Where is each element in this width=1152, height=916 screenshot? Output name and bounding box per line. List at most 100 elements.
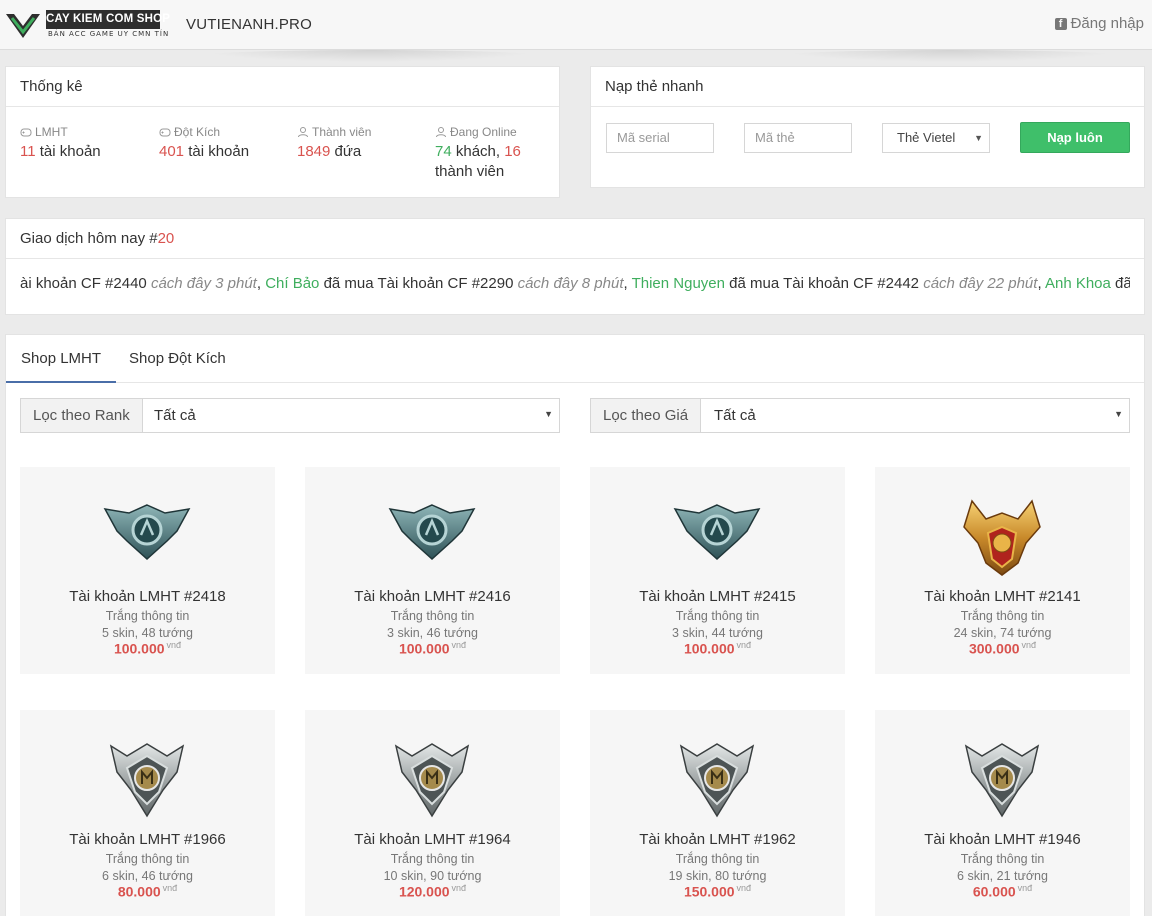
transaction-time: cách đây 8 phút: [517, 275, 624, 292]
price-value: 100.000: [113, 640, 165, 657]
product-card[interactable]: Tài khoản LMHT #2418 Trắng thông tin 5 ski…: [20, 467, 275, 674]
product-title: Tài khoản LMHT #1964: [354, 831, 511, 848]
price-value: 80.000: [117, 883, 161, 900]
product-price: 150.000 vnđ: [590, 883, 845, 900]
carrier-select[interactable]: Thẻ Vietel ▼: [882, 123, 990, 153]
transactions-ticker: ài khoản CF #2440 cách đây 3 phút, Chí B…: [20, 275, 1130, 292]
stat-dotkich: Đột Kích 401 tài khoản: [159, 125, 279, 162]
price-value: 150.000: [683, 883, 735, 900]
tab-shop-dotkich[interactable]: Shop Đột Kích: [114, 335, 241, 383]
price-filter[interactable]: Lọc theo Giá Tất cả ▼: [590, 398, 1130, 433]
caret-down-icon: ▼: [974, 133, 983, 143]
product-card[interactable]: Tài khoản LMHT #1966 Trắng thông tin 6 ski…: [20, 710, 275, 916]
transactions-title-text: Giao dịch hôm nay #: [20, 230, 158, 247]
tab-shop-lmht[interactable]: Shop LMHT: [6, 335, 117, 383]
stat-label: Đột Kích: [174, 125, 221, 139]
topup-panel: Nạp thẻ nhanh Mã serial Mã thẻ Thẻ Viete…: [590, 66, 1145, 188]
product-price: 100.000 vnđ: [590, 640, 845, 657]
logo-mark-icon: [6, 14, 40, 38]
transaction-text: đã mua Tài khoản CF #2442: [729, 275, 920, 292]
product-title: Tài khoản LMHT #2416: [354, 588, 511, 605]
stat-label: Thành viên: [312, 125, 372, 139]
transactions-panel: Giao dịch hôm nay #20 ài khoản CF #2440 …: [5, 218, 1145, 315]
stat-online: Đang Online 74 khách, 16 thành viên: [435, 125, 555, 182]
login-link[interactable]: f Đăng nhập: [1054, 15, 1144, 32]
transaction-time: cách đây 22 phút: [923, 275, 1038, 292]
price-value: 100.000: [683, 640, 735, 657]
price-currency: vnđ: [1017, 883, 1033, 893]
product-detail: 5 skin, 48 tướng: [102, 626, 193, 640]
stat-label: Đang Online: [450, 125, 517, 139]
product-price: 120.000 vnđ: [305, 883, 560, 900]
product-info-line: Trắng thông tin: [105, 609, 190, 623]
product-title: Tài khoản LMHT #1966: [69, 831, 226, 848]
product-card[interactable]: Tài khoản LMHT #2141 Trắng thông tin 24 sk…: [875, 467, 1130, 674]
transaction-buyer: Thien Nguyen: [631, 275, 725, 292]
facebook-icon: f: [1054, 17, 1067, 30]
product-title: Tài khoản LMHT #2141: [924, 588, 1081, 605]
stat-members: Thành viên 1849 đứa: [297, 125, 417, 162]
topup-title: Nạp thẻ nhanh: [591, 67, 1144, 107]
product-info: Trắng thông tin 19 skin, 80 tướng: [590, 851, 845, 885]
silver-rank-emblem-icon: [964, 743, 1040, 818]
gamepad-icon: [20, 128, 32, 137]
price-currency: vnđ: [451, 883, 467, 893]
product-detail: 24 skin, 74 tướng: [953, 626, 1052, 640]
platinum-rank-emblem-icon: [673, 504, 761, 561]
price-filter-label: Lọc theo Giá: [591, 399, 702, 432]
transaction-buyer: Anh Khoa: [1044, 275, 1111, 292]
transaction-entry: ài khoản CF #2440 cách đây 3 phút,: [20, 275, 266, 292]
transaction-text: đã mua Tài: [1115, 275, 1130, 292]
product-info: Trắng thông tin 6 skin, 46 tướng: [20, 851, 275, 885]
price-currency: vnđ: [736, 640, 752, 650]
topup-submit-button[interactable]: Nạp luôn: [1020, 122, 1130, 153]
platinum-rank-emblem-icon: [103, 504, 191, 561]
product-card[interactable]: Tài khoản LMHT #1946 Trắng thông tin 6 ski…: [875, 710, 1130, 916]
stat-suffix: tài khoản: [184, 143, 250, 160]
product-price: 60.000 vnđ: [875, 883, 1130, 900]
product-detail: 3 skin, 44 tướng: [672, 626, 763, 640]
product-info-line: Trắng thông tin: [390, 852, 475, 866]
product-card[interactable]: Tài khoản LMHT #2415 Trắng thông tin 3 ski…: [590, 467, 845, 674]
logo-subtitle: BÁN ACC GAME UY CMN TÍN: [48, 30, 170, 38]
stat-mid: khách,: [451, 143, 505, 160]
product-info-line: Trắng thông tin: [105, 852, 190, 866]
product-detail: 3 skin, 46 tướng: [387, 626, 478, 640]
price-currency: vnđ: [162, 883, 178, 893]
site-logo[interactable]: CAY KIEM COM SHOP BÁN ACC GAME UY CMN TÍ…: [4, 6, 170, 44]
stat-label: LMHT: [35, 125, 68, 139]
product-detail: 6 skin, 46 tướng: [102, 869, 193, 883]
product-detail: 10 skin, 90 tướng: [383, 869, 482, 883]
price-currency: vnđ: [736, 883, 752, 893]
rank-filter-label: Lọc theo Rank: [21, 399, 143, 432]
stat-value: 401: [159, 143, 185, 160]
price-value: 100.000: [398, 640, 450, 657]
stat-suffix: thành viên: [435, 163, 505, 180]
card-code-input[interactable]: Mã thẻ: [744, 123, 852, 153]
product-title: Tài khoản LMHT #2418: [69, 588, 226, 605]
users-icon: [298, 127, 308, 138]
product-price: 100.000 vnđ: [305, 640, 560, 657]
shop-tabs: Shop LMHT Shop Đột Kích: [6, 335, 1144, 383]
product-card[interactable]: Tài khoản LMHT #1962 Trắng thông tin 19 sk…: [590, 710, 845, 916]
product-card[interactable]: Tài khoản LMHT #1964 Trắng thông tin 10 sk…: [305, 710, 560, 916]
price-currency: vnđ: [451, 640, 467, 650]
top-navbar: CAY KIEM COM SHOP BÁN ACC GAME UY CMN TÍ…: [0, 0, 1152, 50]
transaction-entry: Anh Khoa đã mua Tài: [1045, 275, 1130, 292]
platinum-rank-emblem-icon: [388, 504, 476, 561]
product-info: Trắng thông tin 6 skin, 21 tướng: [875, 851, 1130, 885]
product-info: Trắng thông tin 5 skin, 48 tướng: [20, 608, 275, 642]
transaction-text: đã mua Tài khoản CF #2290: [323, 275, 514, 292]
brand-link[interactable]: VUTIENANH.PRO: [186, 16, 312, 33]
gamepad-icon: [159, 128, 171, 137]
product-info: Trắng thông tin 3 skin, 44 tướng: [590, 608, 845, 642]
product-info-line: Trắng thông tin: [675, 852, 760, 866]
product-info: Trắng thông tin 10 skin, 90 tướng: [305, 851, 560, 885]
product-card[interactable]: Tài khoản LMHT #2416 Trắng thông tin 3 ski…: [305, 467, 560, 674]
product-price: 100.000 vnđ: [20, 640, 275, 657]
stat-suffix: tài khoản: [35, 143, 101, 160]
rank-filter[interactable]: Lọc theo Rank Tất cả ▼: [20, 398, 560, 433]
serial-input[interactable]: Mã serial: [606, 123, 714, 153]
logo-title: CAY KIEM COM SHOP: [46, 10, 170, 29]
product-info-line: Trắng thông tin: [390, 609, 475, 623]
